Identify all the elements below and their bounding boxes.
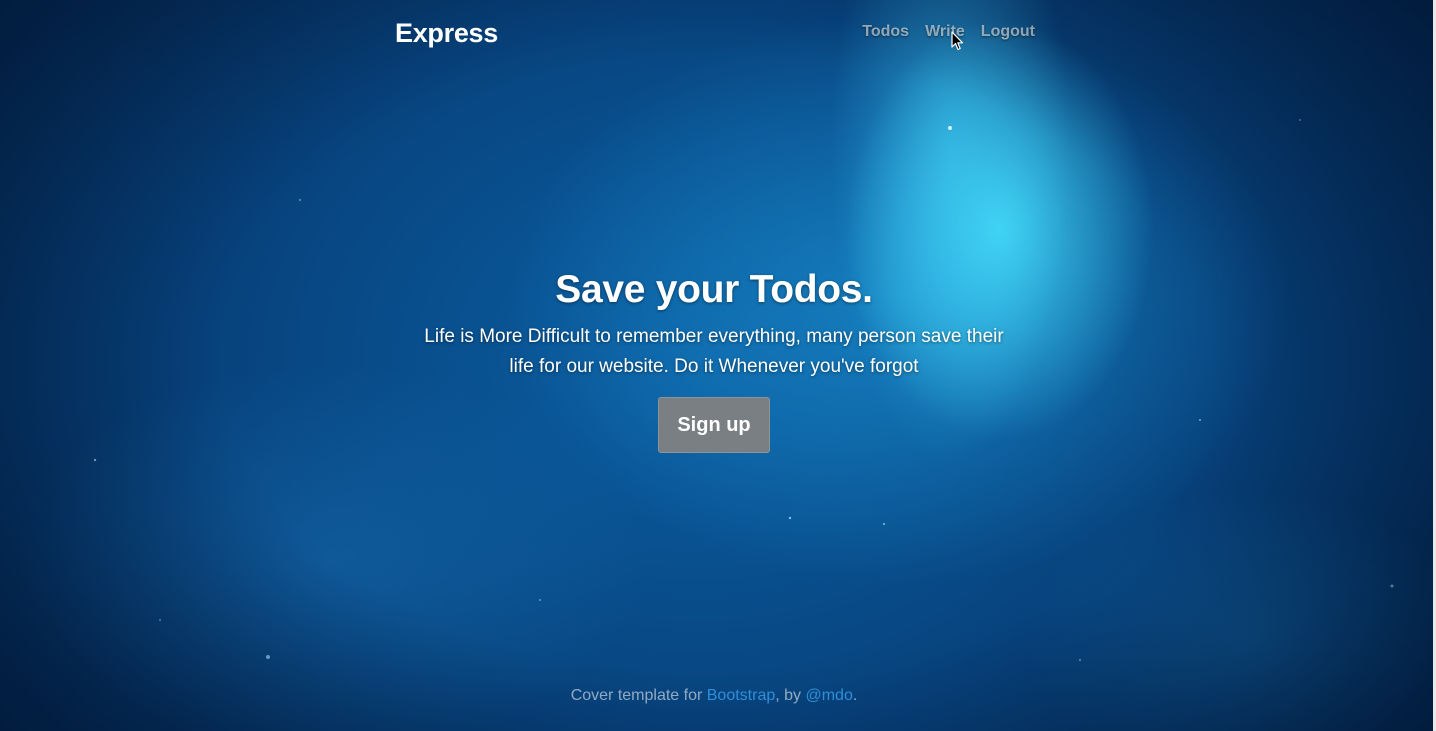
nav-link-logout[interactable]: Logout [981, 23, 1035, 41]
nav-link-todos[interactable]: Todos [862, 23, 909, 41]
cover-heading: Save your Todos. [555, 268, 873, 311]
lead-line-2: life for our website. Do it Whenever you… [509, 356, 919, 377]
footer-middle: , by [775, 687, 806, 704]
masthead: Express Todos Write Logout [395, 14, 1035, 54]
brand-title[interactable]: Express [395, 18, 498, 49]
footer-suffix: . [852, 687, 858, 704]
footer-prefix: Cover template for [570, 687, 707, 704]
lead-text: Life is More Difficult to remember every… [414, 322, 1014, 382]
cover-content: Save your Todos. Life is More Difficult … [0, 268, 1428, 453]
lead-line-1: Life is More Difficult to remember every… [424, 326, 1004, 347]
mouse-pointer-icon [951, 31, 964, 51]
footer: Cover template for Bootstrap, by @mdo. [0, 687, 1428, 705]
sign-up-button[interactable]: Sign up [658, 397, 770, 453]
mdo-link[interactable]: @mdo [805, 687, 852, 704]
main-nav: Todos Write Logout [862, 23, 1035, 41]
bootstrap-link[interactable]: Bootstrap [707, 687, 775, 704]
